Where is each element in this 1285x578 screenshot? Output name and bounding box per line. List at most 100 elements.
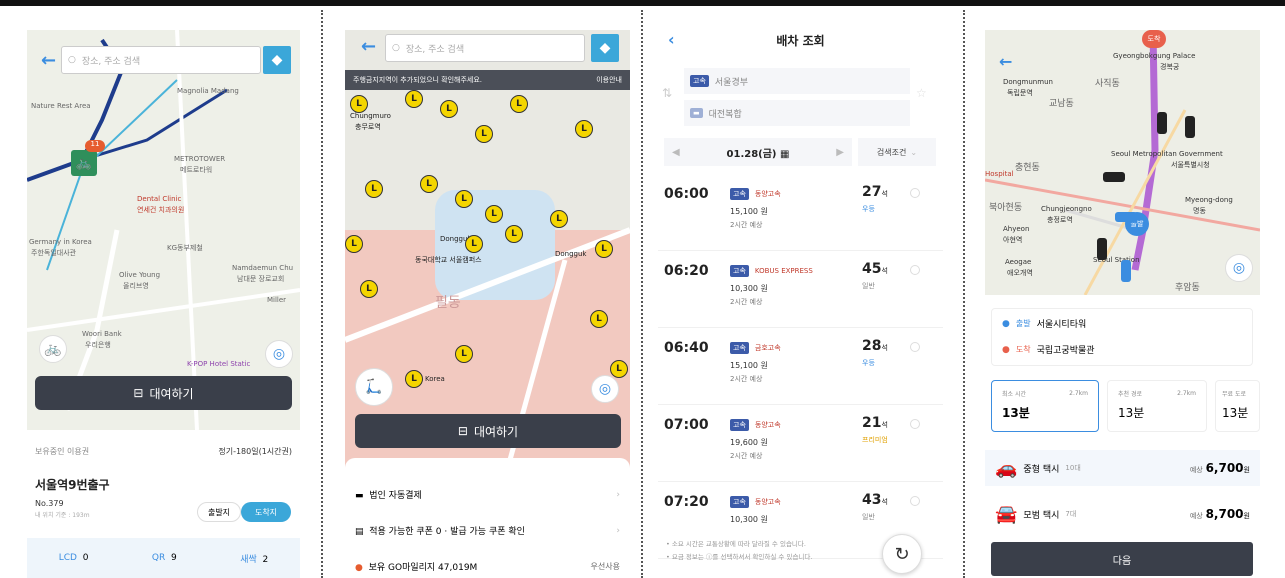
my-location-icon[interactable]: ◎ bbox=[591, 375, 619, 403]
info-icon[interactable] bbox=[910, 188, 920, 198]
scooter-map[interactable]: Chungmuro 충무로역 Dongguk 동국대학교 서울캠퍼스 필동 Do… bbox=[345, 30, 630, 478]
route-summary[interactable]: ● 출발 서울시티타워 ● 도착 국립고궁박물관 bbox=[991, 308, 1253, 366]
scooter-marker[interactable]: L bbox=[575, 120, 593, 138]
stat-qr[interactable]: QR 9 bbox=[152, 553, 177, 563]
next-button[interactable]: 다음 bbox=[991, 542, 1253, 576]
taxi-app-screen: Gyeongbokgung Palace 경복궁 Dongmunmun 독립문역… bbox=[985, 30, 1260, 578]
corporate-payment-row[interactable]: ▬ 법인 자동결제 › bbox=[355, 488, 620, 502]
scooter-marker[interactable]: L bbox=[345, 235, 363, 253]
menu-label: 보유 GO마일리지 47,019M bbox=[368, 563, 478, 573]
bike-map[interactable]: Nature Rest Area Magnolia Madang METROTO… bbox=[27, 30, 300, 430]
mileage-row[interactable]: ● 보유 GO마일리지 47,019M 우선사용 bbox=[355, 560, 620, 573]
date-selector[interactable]: ◀ 01.28(금) ▦ ▶ bbox=[664, 138, 852, 166]
seat-count: 45 bbox=[862, 261, 882, 277]
map-label: Nature Rest Area bbox=[31, 102, 91, 110]
scooter-marker[interactable]: L bbox=[465, 235, 483, 253]
price-value: 6,700 bbox=[1205, 461, 1244, 475]
my-location-icon[interactable]: ◎ bbox=[1225, 254, 1253, 282]
taxi-option-standard[interactable]: 🚗 중형 택시 10대 예상 6,700원 bbox=[985, 450, 1260, 486]
stat-lcd[interactable]: LCD 0 bbox=[59, 553, 89, 563]
scooter-marker[interactable]: L bbox=[440, 100, 458, 118]
bus-schedule-screen: ‹ 배차 조회 ⇅ 고속 서울경부 ▬ 대전복합 ☆ ◀ 01.28(금) ▦ ▶ … bbox=[658, 30, 943, 578]
scooter-marker[interactable]: L bbox=[485, 205, 503, 223]
bike-station-marker[interactable]: 🚲 bbox=[71, 150, 97, 176]
search-input[interactable]: ○ 장소, 주소 검색 bbox=[61, 46, 261, 74]
schedule-row[interactable]: 07:00 고속 동양고속 19,600 원 2시간 예상 21석 프리미엄 bbox=[658, 409, 943, 482]
seat-unit: 석 bbox=[881, 498, 888, 506]
scooter-marker[interactable]: L bbox=[455, 190, 473, 208]
prev-date-icon[interactable]: ◀ bbox=[672, 147, 680, 158]
scooter-marker[interactable]: L bbox=[455, 345, 473, 363]
scooter-marker[interactable]: L bbox=[610, 360, 628, 378]
refresh-icon[interactable]: ↻ bbox=[882, 534, 922, 574]
search-input[interactable]: ○ 장소, 주소 검색 bbox=[385, 34, 585, 62]
chevron-down-icon: ⌄ bbox=[910, 147, 918, 157]
next-date-icon[interactable]: ▶ bbox=[836, 147, 844, 158]
my-location-icon[interactable]: ◎ bbox=[265, 340, 293, 368]
route-option-free[interactable]: 무료 도로 13분 bbox=[1215, 380, 1260, 432]
scooter-marker[interactable]: L bbox=[505, 225, 523, 243]
pass-value[interactable]: 정기-180일(1시간권) bbox=[218, 446, 292, 457]
taxi-count: 10대 bbox=[1065, 464, 1081, 472]
map-label: Hospital bbox=[985, 170, 1014, 178]
set-departure-button[interactable]: 출발지 bbox=[197, 502, 241, 522]
directions-icon[interactable]: ◆ bbox=[591, 34, 619, 62]
coupon-icon: ▤ bbox=[355, 527, 364, 537]
schedule-row[interactable]: 06:00 고속 동양고속 15,100 원 2시간 예상 27석 우등 bbox=[658, 178, 943, 251]
info-icon[interactable] bbox=[910, 496, 920, 506]
bike-mode-icon[interactable]: 🚲 bbox=[39, 335, 67, 363]
price-label: 예상 bbox=[1189, 512, 1203, 520]
route-option-fastest[interactable]: 최소 시간 2.7km 13분 bbox=[991, 380, 1099, 432]
taxi-option-deluxe[interactable]: 🚘 모범 택시 7대 예상 8,700원 bbox=[985, 496, 1260, 532]
directions-icon[interactable]: ◆ bbox=[263, 46, 291, 74]
use-first-toggle[interactable]: 우선사용 bbox=[591, 561, 620, 572]
scooter-marker[interactable]: L bbox=[590, 310, 608, 328]
scooter-marker[interactable]: L bbox=[365, 180, 383, 198]
coupon-row[interactable]: ▤ 적용 가능한 쿠폰 0 · 발급 가능 쿠폰 확인 › bbox=[355, 524, 620, 538]
menu-label: 법인 자동결제 bbox=[369, 491, 422, 501]
scooter-marker[interactable]: L bbox=[550, 210, 568, 228]
stat-sprout[interactable]: 새싹 2 bbox=[240, 552, 268, 565]
info-icon[interactable] bbox=[910, 265, 920, 275]
back-arrow-icon[interactable]: ← bbox=[41, 50, 56, 71]
bike-app-screen: Nature Rest Area Magnolia Madang METROTO… bbox=[27, 30, 300, 578]
divider bbox=[963, 10, 965, 578]
schedule-row[interactable]: 06:40 고속 금호고속 15,100 원 2시간 예상 28석 우등 bbox=[658, 332, 943, 405]
set-arrival-button[interactable]: 도착지 bbox=[241, 502, 291, 522]
station-distance: 내 위치 기준 : 193m bbox=[35, 512, 90, 519]
taxi-count: 7대 bbox=[1065, 510, 1077, 518]
price-value: 8,700 bbox=[1205, 507, 1244, 521]
info-icon[interactable] bbox=[910, 419, 920, 429]
scooter-marker[interactable]: L bbox=[475, 125, 493, 143]
scooter-marker[interactable]: L bbox=[510, 95, 528, 113]
swap-icon[interactable]: ⇅ bbox=[662, 86, 672, 100]
scooter-marker[interactable]: L bbox=[405, 370, 423, 388]
notice-link[interactable]: 이용안내 bbox=[596, 75, 622, 85]
back-arrow-icon[interactable]: ← bbox=[999, 52, 1012, 71]
taxi-map[interactable]: Gyeongbokgung Palace 경복궁 Dongmunmun 독립문역… bbox=[985, 30, 1260, 295]
rent-button[interactable]: ⊟ 대여하기 bbox=[355, 414, 621, 448]
star-icon[interactable]: ☆ bbox=[916, 86, 927, 100]
destination-field[interactable]: ▬ 대전복합 bbox=[684, 100, 910, 126]
route-option-recommended[interactable]: 추천 경로 2.7km 13분 bbox=[1107, 380, 1207, 432]
back-arrow-icon[interactable]: ← bbox=[361, 36, 376, 57]
notice-banner[interactable]: 주행금지지역이 추가되었으니 확인해주세요. 이용안내 bbox=[345, 70, 630, 90]
info-icon[interactable] bbox=[910, 342, 920, 352]
mileage-icon: ● bbox=[355, 563, 363, 573]
rent-button[interactable]: ⊟ 대여하기 bbox=[35, 376, 292, 410]
scooter-marker[interactable]: L bbox=[350, 95, 368, 113]
destination-pin-icon: ● bbox=[1002, 344, 1010, 355]
map-label: 후암동 bbox=[1175, 283, 1200, 293]
scooter-marker[interactable]: L bbox=[595, 240, 613, 258]
map-label: Dental Clinic bbox=[137, 195, 182, 203]
scooter-marker[interactable]: L bbox=[360, 280, 378, 298]
origin-field[interactable]: 고속 서울경부 bbox=[684, 68, 910, 94]
map-label: Dongguk bbox=[555, 250, 587, 258]
scooter-mode-icon[interactable]: 🛴 bbox=[355, 368, 393, 406]
search-filter[interactable]: 검색조건 ⌄ bbox=[858, 138, 936, 166]
taxi-car-icon bbox=[1157, 112, 1167, 134]
scooter-app-screen: Chungmuro 충무로역 Dongguk 동국대학교 서울캠퍼스 필동 Do… bbox=[345, 30, 630, 578]
scooter-marker[interactable]: L bbox=[405, 90, 423, 108]
schedule-row[interactable]: 06:20 고속 KOBUS EXPRESS 10,300 원 2시간 예상 45석 일반 bbox=[658, 255, 943, 328]
scooter-marker[interactable]: L bbox=[420, 175, 438, 193]
